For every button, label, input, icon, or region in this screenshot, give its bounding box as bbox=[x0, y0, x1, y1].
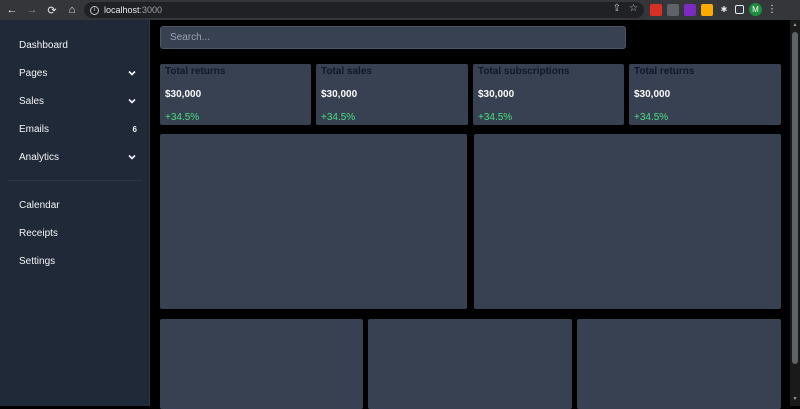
sidebar-item-settings[interactable]: Settings bbox=[19, 254, 137, 268]
content-panel bbox=[368, 319, 572, 409]
star-icon[interactable]: ☆ bbox=[629, 3, 638, 14]
page-scrollbar[interactable]: ▲ ▼ bbox=[790, 20, 800, 406]
chevron-down-icon bbox=[128, 70, 136, 76]
url-host: localhost bbox=[104, 5, 140, 15]
sidebar-item-label: Dashboard bbox=[19, 39, 68, 51]
url-port: :3000 bbox=[139, 5, 163, 15]
stat-card: Total returns $30,000 +34.5% bbox=[629, 64, 781, 125]
browser-toolbar: ← → ⟳ ⌂ i localhost:3000 ⇪ ☆ ✱ M ⋮ bbox=[0, 0, 800, 20]
sidebar-divider bbox=[8, 180, 142, 181]
scroll-down-icon[interactable]: ▼ bbox=[792, 396, 798, 402]
chart-panel bbox=[474, 134, 781, 309]
avatar[interactable]: M bbox=[749, 3, 762, 16]
stat-card: Total sales $30,000 +34.5% bbox=[316, 64, 468, 125]
card-change: +34.5% bbox=[478, 112, 513, 123]
home-icon[interactable]: ⌂ bbox=[64, 2, 80, 18]
share-icon[interactable]: ⇪ bbox=[613, 3, 621, 14]
scroll-thumb[interactable] bbox=[792, 32, 798, 364]
content-panel bbox=[577, 319, 781, 409]
sidebar-item-label: Analytics bbox=[19, 151, 60, 163]
card-title: Total sales bbox=[321, 66, 372, 77]
extension-icon[interactable] bbox=[684, 3, 696, 16]
sidebar-item-receipts[interactable]: Receipts bbox=[19, 226, 137, 240]
info-icon[interactable]: i bbox=[90, 5, 99, 15]
chevron-down-icon bbox=[128, 154, 136, 160]
extension-icon[interactable] bbox=[650, 3, 662, 16]
sidebar-item-label: Receipts bbox=[19, 227, 58, 239]
card-title: Total subscriptions bbox=[478, 66, 570, 77]
sidebar-item-label: Settings bbox=[19, 255, 56, 267]
sidebar-item-pages[interactable]: Pages bbox=[19, 66, 137, 80]
card-title: Total returns bbox=[165, 66, 226, 77]
camera-extension-icon[interactable] bbox=[667, 3, 679, 16]
sidebar-item-analytics[interactable]: Analytics bbox=[19, 150, 137, 164]
card-change: +34.5% bbox=[165, 112, 200, 123]
extension-icon[interactable] bbox=[701, 3, 713, 16]
card-value: $30,000 bbox=[165, 89, 202, 100]
content-panel bbox=[160, 319, 363, 409]
card-title: Total returns bbox=[634, 66, 695, 77]
card-change: +34.5% bbox=[634, 112, 669, 123]
card-value: $30,000 bbox=[634, 89, 671, 100]
reload-icon[interactable]: ⟳ bbox=[44, 2, 60, 18]
sidebar-item-label: Calendar bbox=[19, 199, 60, 211]
sidebar-item-emails[interactable]: Emails 6 bbox=[19, 122, 137, 136]
sidebar-item-sales[interactable]: Sales bbox=[19, 94, 137, 108]
menu-icon[interactable]: ⋮ bbox=[767, 4, 777, 15]
puzzle-icon[interactable]: ✱ bbox=[718, 4, 730, 16]
sidebar-item-label: Pages bbox=[19, 67, 48, 79]
stat-card: Total subscriptions $30,000 +34.5% bbox=[473, 64, 624, 125]
forward-icon[interactable]: → bbox=[24, 2, 40, 18]
chart-panel bbox=[160, 134, 467, 309]
sidebar-item-label: Sales bbox=[19, 95, 45, 107]
address-bar[interactable]: i localhost:3000 ⇪ ☆ bbox=[84, 2, 644, 18]
card-change: +34.5% bbox=[321, 112, 356, 123]
back-icon[interactable]: ← bbox=[4, 2, 20, 18]
sidebar-item-label: Emails bbox=[19, 123, 50, 135]
sidebar-item-calendar[interactable]: Calendar bbox=[19, 198, 137, 212]
email-count-badge: 6 bbox=[132, 124, 137, 134]
search-input[interactable]: Search... bbox=[160, 26, 626, 49]
sidebar-item-dashboard[interactable]: Dashboard bbox=[19, 38, 137, 52]
stat-card: Total returns $30,000 +34.5% bbox=[160, 64, 311, 125]
sidebar: Dashboard Pages Sales Emails 6 Analytics… bbox=[0, 20, 150, 406]
sidepanel-icon[interactable] bbox=[735, 5, 744, 14]
scroll-up-icon[interactable]: ▲ bbox=[792, 22, 798, 28]
chevron-down-icon bbox=[128, 98, 136, 104]
card-value: $30,000 bbox=[321, 89, 358, 100]
card-value: $30,000 bbox=[478, 89, 515, 100]
